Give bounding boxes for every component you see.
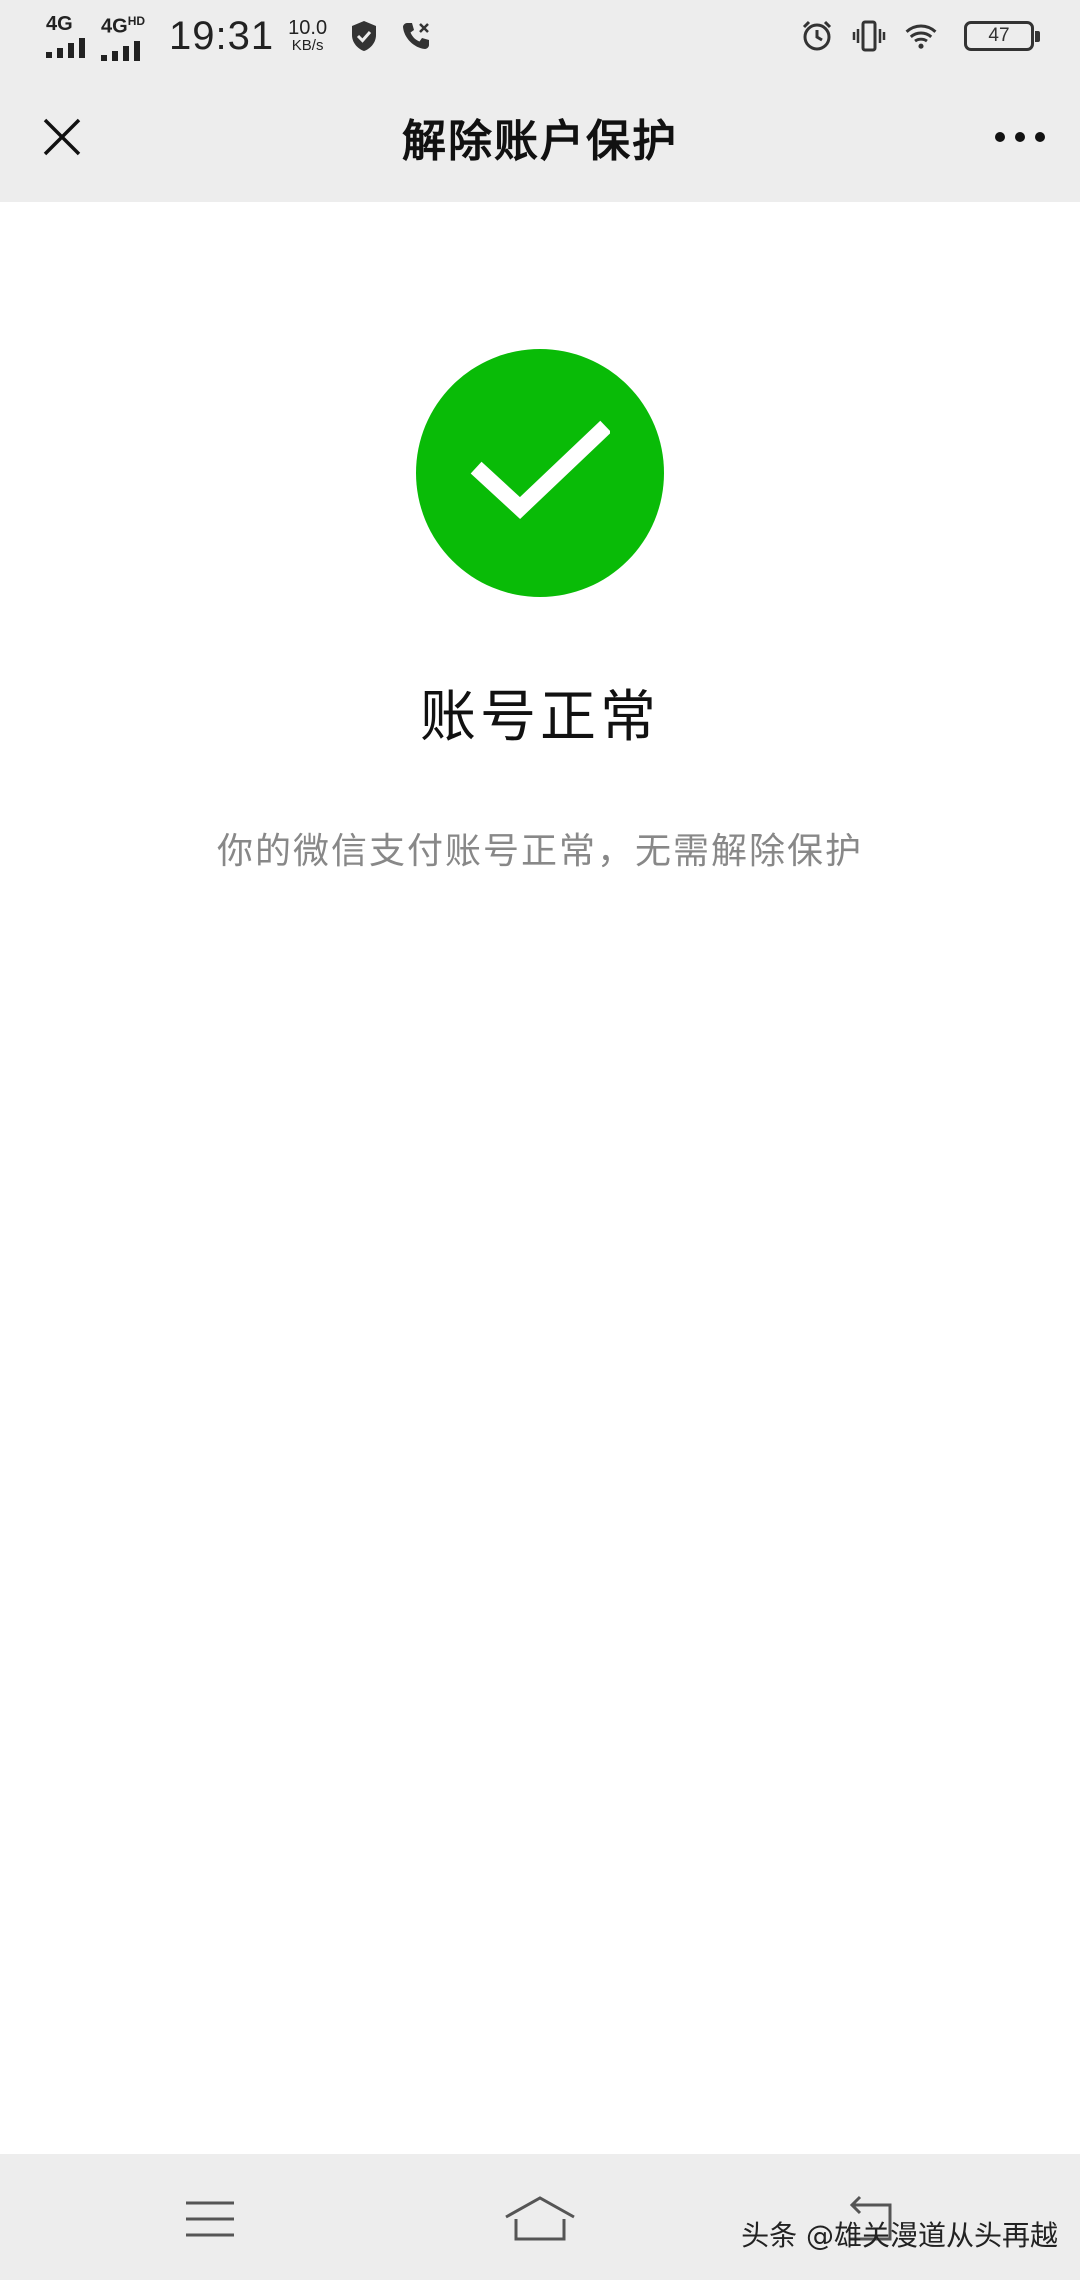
menu-icon — [186, 2201, 234, 2237]
status-bar: 4G 4GHD 19:31 10.0 KB/s 47 — [0, 0, 1080, 72]
call-icon — [399, 19, 433, 53]
alarm-icon — [800, 19, 834, 53]
close-button[interactable] — [30, 105, 94, 169]
content: 账号正常 你的微信支付账号正常，无需解除保护 — [0, 202, 1080, 2154]
more-button[interactable] — [988, 105, 1052, 169]
more-icon — [995, 132, 1045, 142]
success-icon — [416, 349, 664, 597]
result-description: 你的微信支付账号正常，无需解除保护 — [216, 831, 863, 872]
page-title: 解除账户保护 — [402, 116, 678, 167]
signal-1: 4G — [46, 14, 85, 58]
home-button[interactable] — [500, 2184, 580, 2254]
status-left: 4G 4GHD 19:31 10.0 KB/s — [46, 11, 451, 61]
wifi-icon — [904, 19, 938, 53]
clock: 19:31 — [169, 13, 275, 58]
network-2-sup: HD — [127, 14, 146, 29]
shield-icon — [347, 19, 381, 53]
result-title: 账号正常 — [420, 685, 660, 750]
network-2-text: 4G — [101, 15, 128, 38]
close-icon — [43, 118, 81, 156]
status-right: 47 — [800, 19, 1040, 53]
recent-apps-button[interactable] — [170, 2184, 250, 2254]
signal-2: 4GHD — [101, 11, 145, 61]
speed-value: 10.0 — [288, 17, 328, 39]
watermark: 头条 @雄关漫道从头再越 — [741, 2219, 1058, 2252]
network-speed: 10.0 KB/s — [288, 18, 327, 54]
battery-icon: 47 — [964, 21, 1040, 51]
speed-unit: KB/s — [291, 37, 324, 54]
signal-bars-icon — [46, 36, 85, 58]
battery-level: 47 — [988, 25, 1010, 46]
network-1-label: 4G — [46, 13, 73, 35]
network-2-label: 4GHD — [101, 11, 145, 37]
screen: 4G 4GHD 19:31 10.0 KB/s 47 解除账户保护 账号正常 你… — [0, 0, 1080, 2280]
signal-bars-icon — [101, 39, 140, 61]
vibrate-icon — [852, 19, 886, 53]
nav-bar: 解除账户保护 — [0, 72, 1080, 202]
home-icon — [505, 2196, 575, 2241]
checkmark-icon — [470, 420, 610, 519]
